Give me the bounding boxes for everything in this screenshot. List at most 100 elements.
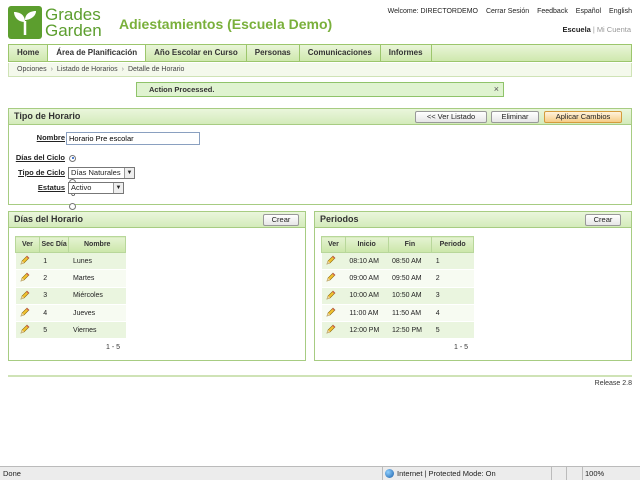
edit-cell <box>321 321 346 340</box>
school-link[interactable]: Escuela <box>563 25 591 34</box>
brand-line1: Grades <box>45 5 101 24</box>
pencil-icon[interactable] <box>326 290 336 302</box>
pencil-icon[interactable] <box>326 273 336 284</box>
pencil-icon[interactable] <box>326 307 336 319</box>
table-row: 10:00 AM 10:50 AM 3 <box>321 287 474 305</box>
create-period-button[interactable]: Crear <box>585 214 621 226</box>
column-header[interactable]: Periodo <box>431 236 474 253</box>
breadcrumb-schedule-detail: Detalle de Horario <box>127 66 185 73</box>
table-row: 12:00 PM 12:50 PM 5 <box>321 321 474 340</box>
security-zone[interactable]: Internet | Protected Mode: On <box>382 467 496 480</box>
release-version: Release 2.8 <box>594 380 632 387</box>
status-value: Activo <box>71 183 92 192</box>
grades-garden-logo[interactable]: Grades Garden <box>8 6 112 40</box>
table-row: 08:10 AM 08:50 AM 1 <box>321 252 474 271</box>
cell-nombre: Lunes <box>68 252 126 271</box>
tab-planning[interactable]: Área de Planificación <box>48 45 147 61</box>
cell-fin: 08:50 AM <box>388 252 432 271</box>
column-header[interactable]: Ver <box>321 236 346 253</box>
zone-text: Internet | Protected Mode: On <box>397 469 496 478</box>
column-header[interactable]: Sec Día <box>38 236 70 253</box>
radio-5-days[interactable] <box>69 154 76 162</box>
cell-nombre: Jueves <box>68 304 126 323</box>
cycle-type-select[interactable]: Días Naturales ▼ <box>68 167 135 179</box>
app-title: Adiestamientos (Escuela Demo) <box>119 16 333 32</box>
apply-changes-button[interactable]: Aplicar Cambios <box>544 111 622 123</box>
breadcrumb-options[interactable]: Opciones <box>17 66 47 73</box>
cell-sec: 3 <box>39 287 69 305</box>
cell-fin: 12:50 PM <box>388 321 432 340</box>
cell-sec: 2 <box>39 269 69 288</box>
edit-cell <box>15 269 40 288</box>
cell-periodo: 4 <box>431 304 474 323</box>
column-header[interactable]: Fin <box>387 236 433 253</box>
cell-sec: 1 <box>39 252 69 271</box>
my-account-link[interactable]: Mi Cuenta <box>597 25 631 34</box>
pencil-icon[interactable] <box>20 290 30 302</box>
logout-link[interactable]: Cerrar Sesión <box>486 8 529 15</box>
cell-fin: 11:50 AM <box>388 304 432 323</box>
pencil-icon[interactable] <box>20 273 30 284</box>
tab-communications[interactable]: Comunicaciones <box>300 45 381 61</box>
schedule-days-panel: Días del Horario Crear Ver Sec Día Nombr… <box>8 211 306 361</box>
feedback-link[interactable]: Feedback <box>537 8 568 15</box>
tab-reports[interactable]: Informes <box>381 45 432 61</box>
zoom-level[interactable]: 100% <box>582 467 604 480</box>
cell-inicio: 08:10 AM <box>345 252 389 271</box>
name-input[interactable] <box>66 132 200 145</box>
column-header[interactable]: Nombre <box>68 236 126 253</box>
chevron-down-icon: ▼ <box>124 168 134 178</box>
edit-cell <box>15 252 40 271</box>
chevron-down-icon: ▼ <box>113 183 123 193</box>
separator: | <box>592 25 595 34</box>
main-nav: Home Área de Planificación Año Escolar e… <box>8 44 632 62</box>
table-row: 4 Jueves <box>15 304 126 323</box>
status-select[interactable]: Activo ▼ <box>68 182 124 194</box>
edit-cell <box>15 287 40 305</box>
cell-inicio: 10:00 AM <box>345 287 389 305</box>
tab-school-year[interactable]: Año Escolar en Curso <box>146 45 247 61</box>
cell-sec: 4 <box>39 304 69 323</box>
name-label: Nombre <box>36 133 65 142</box>
close-icon[interactable]: × <box>494 83 499 96</box>
pencil-icon[interactable] <box>326 255 336 267</box>
pencil-icon[interactable] <box>20 324 30 336</box>
cell-periodo: 5 <box>431 321 474 340</box>
edit-cell <box>321 269 346 288</box>
table-row: 1 Lunes <box>15 252 126 271</box>
column-header[interactable]: Inicio <box>344 236 389 253</box>
cell-inicio: 09:00 AM <box>345 269 389 288</box>
table-row: 09:00 AM 09:50 AM 2 <box>321 269 474 288</box>
spanish-link[interactable]: Español <box>576 8 601 15</box>
chevron-right-icon: › <box>121 66 124 73</box>
cell-nombre: Martes <box>68 269 126 288</box>
cell-periodo: 3 <box>431 287 474 305</box>
breadcrumb-schedule-list[interactable]: Listado de Horarios <box>57 66 118 73</box>
panel-header: Días del Horario Crear <box>9 212 305 228</box>
delete-button[interactable]: Eliminar <box>491 111 539 123</box>
create-day-button[interactable]: Crear <box>263 214 299 226</box>
top-links: Welcome: DIRECTORDEMO Cerrar Sesión Feed… <box>382 8 632 15</box>
zoom-dropdown-cell[interactable] <box>566 467 580 480</box>
table-row: 11:00 AM 11:50 AM 4 <box>321 304 474 323</box>
cell-fin: 10:50 AM <box>388 287 432 305</box>
radio-7-days[interactable] <box>69 202 76 210</box>
edit-cell <box>15 321 40 340</box>
edit-cell <box>321 287 346 305</box>
chevron-right-icon: › <box>50 66 53 73</box>
periods-table: Ver Inicio Fin Periodo 08:10 AM 08:50 AM 1… <box>321 236 474 340</box>
panel-title: Tipo de Horario <box>14 111 81 121</box>
back-to-list-button[interactable]: << Ver Listado <box>415 111 487 123</box>
table-row: 3 Miércoles <box>15 287 126 305</box>
cycle-days-label: Días del Ciclo <box>15 153 65 162</box>
pencil-icon[interactable] <box>326 324 336 336</box>
protected-mode-cell[interactable] <box>551 467 565 480</box>
tab-people[interactable]: Personas <box>247 45 300 61</box>
pencil-icon[interactable] <box>20 255 30 267</box>
english-link[interactable]: English <box>609 8 632 15</box>
globe-icon <box>385 469 394 478</box>
pencil-icon[interactable] <box>20 307 30 319</box>
cycle-type-value: Días Naturales <box>71 168 121 177</box>
column-header[interactable]: Ver <box>15 236 40 253</box>
tab-home[interactable]: Home <box>9 45 49 61</box>
